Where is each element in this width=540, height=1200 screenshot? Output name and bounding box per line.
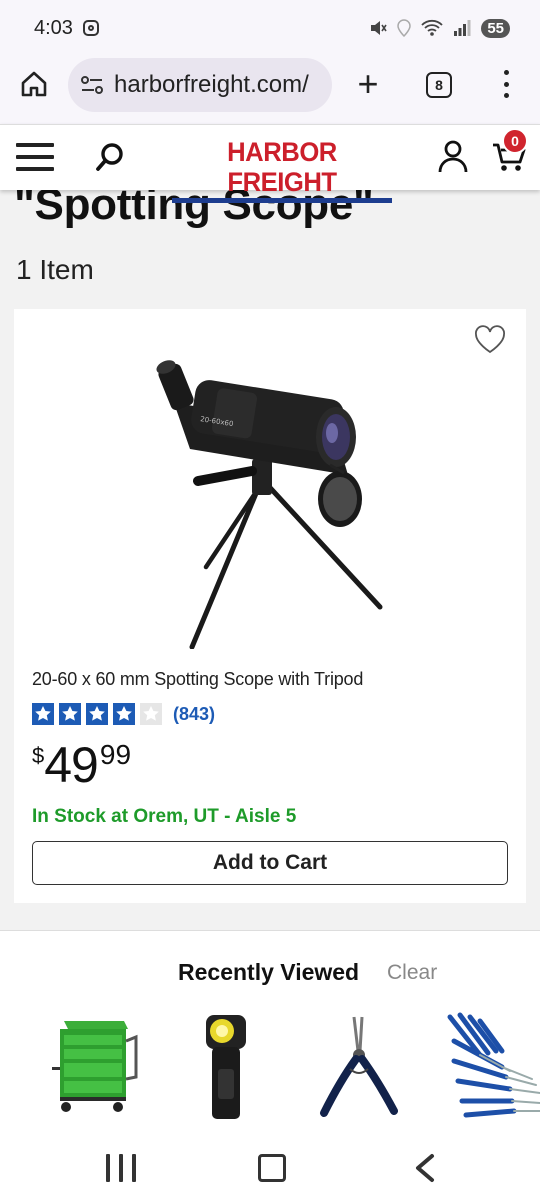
system-navigation-bar — [0, 1140, 540, 1200]
item-count: 1 Item — [16, 254, 94, 285]
status-icons: 55 — [369, 18, 510, 38]
back-icon[interactable] — [410, 1152, 438, 1184]
star-empty-icon — [140, 703, 162, 725]
cart-count-badge[interactable]: 0 — [502, 128, 528, 154]
product-name[interactable]: 20-60 x 60 mm Spotting Scope with Tripod — [32, 669, 363, 690]
hamburger-menu-icon[interactable] — [16, 143, 54, 171]
browser-home-icon[interactable] — [20, 70, 48, 98]
recent-apps-icon[interactable] — [106, 1154, 136, 1182]
new-tab-button[interactable]: + — [352, 66, 384, 102]
signal-icon — [454, 20, 471, 36]
star-filled-icon — [113, 703, 135, 725]
star-filled-icon — [59, 703, 81, 725]
product-card[interactable]: 20-60x60 20-60 x 60 mm Spotting Scope wi… — [14, 309, 526, 903]
status-bar: 4:03 55 — [0, 0, 540, 56]
flashlight-thumbnail[interactable] — [178, 1011, 278, 1121]
location-icon — [397, 19, 412, 37]
system-home-icon[interactable] — [258, 1154, 286, 1182]
price-dollars: 49 — [44, 737, 99, 793]
clear-recently-viewed-link[interactable]: Clear — [387, 961, 437, 985]
instagram-notification-icon — [82, 20, 99, 36]
address-bar[interactable]: harborfreight.com/ — [68, 58, 332, 112]
search-icon[interactable] — [94, 141, 126, 173]
green-tool-cart-thumbnail[interactable] — [46, 1011, 146, 1121]
product-price: $ 49 99 — [32, 737, 131, 793]
recently-viewed-title: Recently Viewed — [178, 959, 360, 985]
status-time: 4:03 — [34, 16, 73, 39]
wifi-icon — [421, 19, 443, 36]
recently-viewed-section: Recently Viewed Clear — [0, 930, 540, 1140]
logo-underline — [172, 198, 392, 203]
tab-switcher-button[interactable]: 8 — [426, 72, 452, 98]
url-text[interactable]: harborfreight.com/ — [114, 71, 309, 99]
browser-toolbar: harborfreight.com/ + 8 — [0, 56, 540, 124]
logo-text: HARBOR FREIGHT — [227, 137, 337, 197]
harbor-freight-logo[interactable]: HARBOR FREIGHT — [172, 137, 392, 203]
snap-ring-pliers-thumbnail[interactable] — [310, 1011, 410, 1121]
browser-menu-button[interactable] — [500, 70, 512, 98]
stock-status: In Stock at Orem, UT - Aisle 5 — [32, 806, 297, 827]
price-currency: $ — [32, 743, 45, 768]
star-filled-icon — [32, 703, 54, 725]
wishlist-heart-icon[interactable] — [474, 325, 506, 355]
account-icon[interactable] — [438, 139, 468, 173]
site-settings-icon[interactable] — [80, 75, 104, 95]
star-filled-icon — [86, 703, 108, 725]
review-count[interactable]: (843) — [173, 704, 215, 725]
battery-indicator: 55 — [481, 18, 510, 38]
star-rating[interactable]: (843) — [32, 703, 215, 725]
add-to-cart-button[interactable]: Add to Cart — [32, 841, 508, 885]
site-header: HARBOR FREIGHT — [0, 124, 540, 203]
mute-icon — [371, 21, 387, 35]
spotting-scope-product-image[interactable]: 20-60x60 — [134, 349, 394, 649]
price-cents: 99 — [99, 739, 132, 770]
screwdriver-set-thumbnail[interactable] — [440, 1011, 540, 1121]
